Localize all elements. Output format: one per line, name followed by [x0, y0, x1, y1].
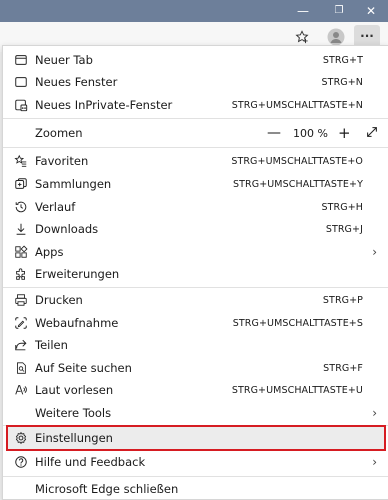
web-capture-icon	[13, 315, 29, 331]
menu-item-apps[interactable]: Apps ›	[3, 241, 388, 263]
menu-item-print[interactable]: Drucken STRG+P	[3, 289, 388, 311]
menu-item-label: Sammlungen	[35, 177, 112, 191]
menu-item-close-edge[interactable]: Microsoft Edge schließen	[3, 478, 388, 500]
menu-item-shortcut: STRG+UMSCHALTTASTE+U	[231, 384, 363, 396]
menu-item-favorites[interactable]: Favoriten STRG+UMSCHALTTASTE+O	[3, 150, 388, 172]
zoom-in-button[interactable]: +	[338, 124, 351, 142]
extensions-icon	[13, 266, 29, 282]
close-window-button[interactable]: ✕	[354, 0, 388, 22]
download-icon	[13, 221, 29, 237]
menu-item-read-aloud[interactable]: Laut vorlesen STRG+UMSCHALTTASTE+U	[3, 379, 388, 401]
menu-item-find-on-page[interactable]: Auf Seite suchen STRG+F	[3, 357, 388, 379]
menu-item-more-tools[interactable]: Weitere Tools ›	[3, 402, 388, 424]
chevron-right-icon: ›	[372, 245, 377, 259]
menu-item-shortcut: STRG+H	[321, 201, 363, 213]
menu-separator	[3, 476, 388, 477]
menu-item-label: Laut vorlesen	[35, 383, 114, 397]
menu-item-history[interactable]: Verlauf STRG+H	[3, 196, 388, 218]
menu-item-share[interactable]: Teilen	[3, 334, 388, 356]
new-tab-icon	[13, 52, 29, 68]
chevron-right-icon: ›	[372, 406, 377, 420]
apps-icon	[13, 244, 29, 260]
menu-item-label: Auf Seite suchen	[35, 361, 132, 375]
share-icon	[13, 337, 29, 353]
menu-item-label: Apps	[35, 245, 64, 259]
menu-item-shortcut: STRG+F	[323, 362, 363, 374]
inprivate-icon	[13, 97, 29, 113]
menu-item-help-and-feedback[interactable]: Hilfe und Feedback ›	[3, 451, 388, 473]
menu-item-label: Downloads	[35, 222, 99, 236]
menu-item-label: Teilen	[35, 338, 68, 352]
menu-item-new-inprivate-window[interactable]: Neues InPrivate-Fenster STRG+UMSCHALTTAS…	[3, 94, 388, 116]
fullscreen-icon[interactable]	[365, 124, 379, 143]
collections-icon	[13, 176, 29, 192]
menu-item-shortcut: STRG+UMSCHALTTASTE+O	[231, 155, 363, 167]
menu-item-shortcut: STRG+P	[322, 294, 363, 306]
menu-item-label: Neues Fenster	[35, 75, 118, 89]
menu-item-label: Einstellungen	[35, 431, 113, 445]
menu-item-label: Microsoft Edge schließen	[35, 482, 179, 496]
menu-item-label: Favoriten	[35, 154, 89, 168]
print-icon	[13, 292, 29, 308]
menu-item-label: Zoomen	[35, 126, 83, 140]
menu-item-label: Hilfe und Feedback	[35, 455, 146, 469]
settings-icon	[13, 430, 29, 446]
chevron-right-icon: ›	[372, 455, 377, 469]
menu-item-new-tab[interactable]: Neuer Tab STRG+T	[3, 49, 388, 71]
menu-item-web-capture[interactable]: Webaufnahme STRG+UMSCHALTTASTE+S	[3, 312, 388, 334]
menu-item-settings[interactable]: Einstellungen	[3, 427, 388, 449]
history-icon	[13, 199, 29, 215]
menu-item-shortcut: STRG+T	[322, 54, 363, 66]
menu-item-shortcut: STRG+N	[321, 76, 363, 88]
menu-item-extensions[interactable]: Erweiterungen	[3, 263, 388, 285]
menu-item-shortcut: STRG+UMSCHALTTASTE+N	[231, 99, 363, 111]
menu-item-shortcut: STRG+UMSCHALTTASTE+S	[232, 317, 363, 329]
minimize-button[interactable]: —	[286, 0, 320, 22]
menu-item-label: Verlauf	[35, 200, 76, 214]
menu-item-label: Drucken	[35, 293, 83, 307]
menu-item-label: Neues InPrivate-Fenster	[35, 98, 173, 112]
menu-item-shortcut: STRG+J	[325, 223, 363, 235]
zoom-level: 100 %	[293, 126, 328, 140]
favorites-icon	[13, 153, 29, 169]
menu-item-new-window[interactable]: Neues Fenster STRG+N	[3, 71, 388, 93]
new-window-icon	[13, 74, 29, 90]
menu-item-label: Weitere Tools	[35, 406, 112, 420]
menu-separator	[3, 287, 388, 288]
menu-item-downloads[interactable]: Downloads STRG+J	[3, 218, 388, 240]
window-title-bar: — ❐ ✕	[0, 0, 388, 22]
read-aloud-icon	[13, 382, 29, 398]
menu-separator	[3, 118, 388, 119]
menu-item-label: Neuer Tab	[35, 53, 93, 67]
settings-menu: Neuer Tab STRG+T Neues Fenster STRG+N Ne…	[2, 45, 388, 500]
menu-item-label: Webaufnahme	[35, 316, 119, 330]
restore-button[interactable]: ❐	[322, 0, 356, 22]
help-icon	[13, 454, 29, 470]
menu-item-label: Erweiterungen	[35, 267, 120, 281]
menu-item-shortcut: STRG+UMSCHALTTASTE+Y	[233, 178, 363, 190]
menu-item-collections[interactable]: Sammlungen STRG+UMSCHALTTASTE+Y	[3, 173, 388, 195]
find-icon	[13, 360, 29, 376]
zoom-out-button[interactable]: —	[267, 125, 281, 141]
menu-item-zoom: Zoomen — 100 % +	[3, 122, 388, 144]
menu-separator	[3, 147, 388, 148]
